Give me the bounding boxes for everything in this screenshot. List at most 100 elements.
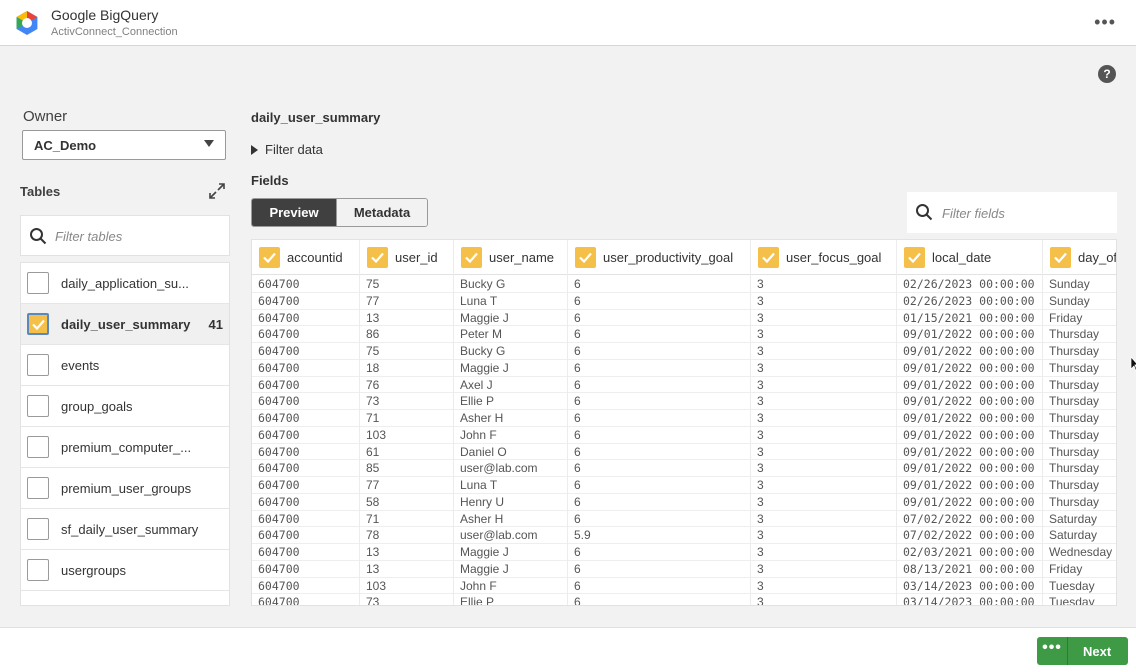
table-cell: 73 xyxy=(366,595,380,606)
table-checkbox[interactable] xyxy=(27,272,49,294)
table-row: 604700 86 Peter M 6 3 09/01/2022 00:00:00 Thur… xyxy=(252,326,1116,343)
table-cell: 6 xyxy=(574,360,581,375)
table-cell: 09/01/2022 00:00:00 xyxy=(903,461,1035,476)
table-row: 604700 78 user@lab.com 5.9 3 07/02/2022 00:00… xyxy=(252,527,1116,544)
search-icon xyxy=(916,204,933,221)
filter-tables-input[interactable]: Filter tables xyxy=(20,215,230,256)
table-checkbox[interactable] xyxy=(27,477,49,499)
footer-bar xyxy=(0,627,1136,672)
table-cell: 3 xyxy=(757,293,764,308)
column-name: user_productivity_goal xyxy=(603,250,734,265)
table-cell: 13 xyxy=(366,545,380,559)
table-cell: 73 xyxy=(366,394,380,409)
chevron-down-icon xyxy=(204,140,214,147)
table-checkbox[interactable] xyxy=(27,313,49,335)
owner-value: AC_Demo xyxy=(34,138,97,153)
table-cell: 604700 xyxy=(258,293,300,308)
table-cell: 604700 xyxy=(258,277,300,291)
table-name: sf_daily_user_summary xyxy=(61,522,199,537)
table-cell: 103 xyxy=(366,427,387,442)
table-cell: 3 xyxy=(757,595,764,606)
table-list-item[interactable]: group_goals xyxy=(21,386,229,427)
column-checkbox[interactable] xyxy=(461,247,482,268)
column-header[interactable]: user_focus_goal xyxy=(751,240,897,275)
table-checkbox[interactable] xyxy=(27,436,49,458)
table-cell: 3 xyxy=(757,310,764,325)
app-title: Google BigQuery xyxy=(51,7,159,23)
column-header[interactable]: user_id xyxy=(360,240,454,275)
table-cell: 604700 xyxy=(258,360,300,375)
connection-name: ActivConnect_Connection xyxy=(51,26,178,38)
column-checkbox[interactable] xyxy=(904,247,925,268)
table-cell: Luna T xyxy=(460,293,498,308)
filter-data-toggle[interactable]: Filter data xyxy=(251,142,323,157)
table-checkbox[interactable] xyxy=(27,354,49,376)
column-checkbox[interactable] xyxy=(758,247,779,268)
column-divider xyxy=(567,240,568,605)
column-header[interactable]: user_productivity_goal xyxy=(568,240,751,275)
table-cell: 3 xyxy=(757,327,764,342)
table-row: 604700 77 Luna T 6 3 09/01/2022 00:00:00 Thurs… xyxy=(252,477,1116,494)
table-cell: 3 xyxy=(757,427,764,442)
table-cell: 604700 xyxy=(258,377,300,392)
table-row: 604700 103 John F 6 3 03/14/2023 00:00:00 Tues… xyxy=(252,578,1116,595)
table-cell: 604700 xyxy=(258,511,300,526)
table-cell: Friday xyxy=(1049,310,1083,325)
table-list-item[interactable]: events xyxy=(21,345,229,386)
table-checkbox[interactable] xyxy=(27,518,49,540)
table-cell: 5.9 xyxy=(574,528,591,543)
column-header[interactable]: user_name xyxy=(454,240,568,275)
owner-dropdown[interactable]: AC_Demo xyxy=(22,130,226,160)
table-list-item[interactable]: daily_user_summary 41 xyxy=(21,304,229,345)
table-list-item[interactable]: premium_user_groups xyxy=(21,468,229,509)
table-cell: 09/01/2022 00:00:00 xyxy=(903,360,1035,375)
table-cell: 3 xyxy=(757,461,764,476)
expand-icon[interactable] xyxy=(207,181,227,201)
table-cell: 3 xyxy=(757,561,764,576)
table-cell: Peter M xyxy=(460,327,503,342)
table-cell: 6 xyxy=(574,293,581,308)
next-button[interactable]: ••• Next xyxy=(1037,637,1128,665)
table-title: daily_user_summary xyxy=(251,110,381,125)
table-name: usergroups xyxy=(61,563,127,578)
more-options-icon[interactable]: ••• xyxy=(1094,12,1116,33)
column-header[interactable]: day_of_ xyxy=(1043,240,1116,275)
table-checkbox[interactable] xyxy=(27,395,49,417)
column-checkbox[interactable] xyxy=(367,247,388,268)
table-checkbox[interactable] xyxy=(27,559,49,581)
table-cell: 71 xyxy=(366,411,380,425)
more-options-icon[interactable]: ••• xyxy=(1037,637,1068,665)
filter-fields-input[interactable]: Filter fields xyxy=(907,192,1117,233)
table-cell: John F xyxy=(460,578,497,593)
table-row: 604700 77 Luna T 6 3 02/26/2023 00:00:00 Sunda… xyxy=(252,293,1116,310)
table-cell: 6 xyxy=(574,310,581,325)
column-name: user_name xyxy=(489,250,555,265)
table-row: 604700 18 Maggie J 6 3 09/01/2022 00:00:00 Thu… xyxy=(252,360,1116,377)
table-cell: 58 xyxy=(366,494,380,509)
table-list-item[interactable]: premium_computer_... xyxy=(21,427,229,468)
table-list-item[interactable]: usergroups xyxy=(21,550,229,591)
table-cell: 09/01/2022 00:00:00 xyxy=(903,394,1035,409)
table-list-item[interactable]: daily_application_su... xyxy=(21,263,229,304)
table-cell: Sunday xyxy=(1049,293,1090,308)
column-divider xyxy=(1042,240,1043,605)
table-cell: 604700 xyxy=(258,344,300,358)
tab-preview[interactable]: Preview xyxy=(252,199,337,226)
column-checkbox[interactable] xyxy=(259,247,280,268)
column-divider xyxy=(750,240,751,605)
table-cell: Maggie J xyxy=(460,310,509,325)
table-cell: Friday xyxy=(1049,561,1083,576)
help-icon[interactable]: ? xyxy=(1098,65,1116,83)
tab-metadata[interactable]: Metadata xyxy=(336,199,427,226)
column-checkbox[interactable] xyxy=(575,247,596,268)
table-cell: 09/01/2022 00:00:00 xyxy=(903,478,1035,492)
title-bar: Google BigQuery ActivConnect_Connection … xyxy=(0,0,1136,46)
table-cell: Luna T xyxy=(460,478,498,492)
column-checkbox[interactable] xyxy=(1050,247,1071,268)
table-cell: Bucky G xyxy=(460,277,506,291)
column-header[interactable]: accountid xyxy=(252,240,360,275)
table-cell: 3 xyxy=(757,494,764,509)
table-list-item[interactable]: sf_daily_user_summary xyxy=(21,509,229,550)
column-header[interactable]: local_date xyxy=(897,240,1043,275)
table-name: events xyxy=(61,358,100,373)
